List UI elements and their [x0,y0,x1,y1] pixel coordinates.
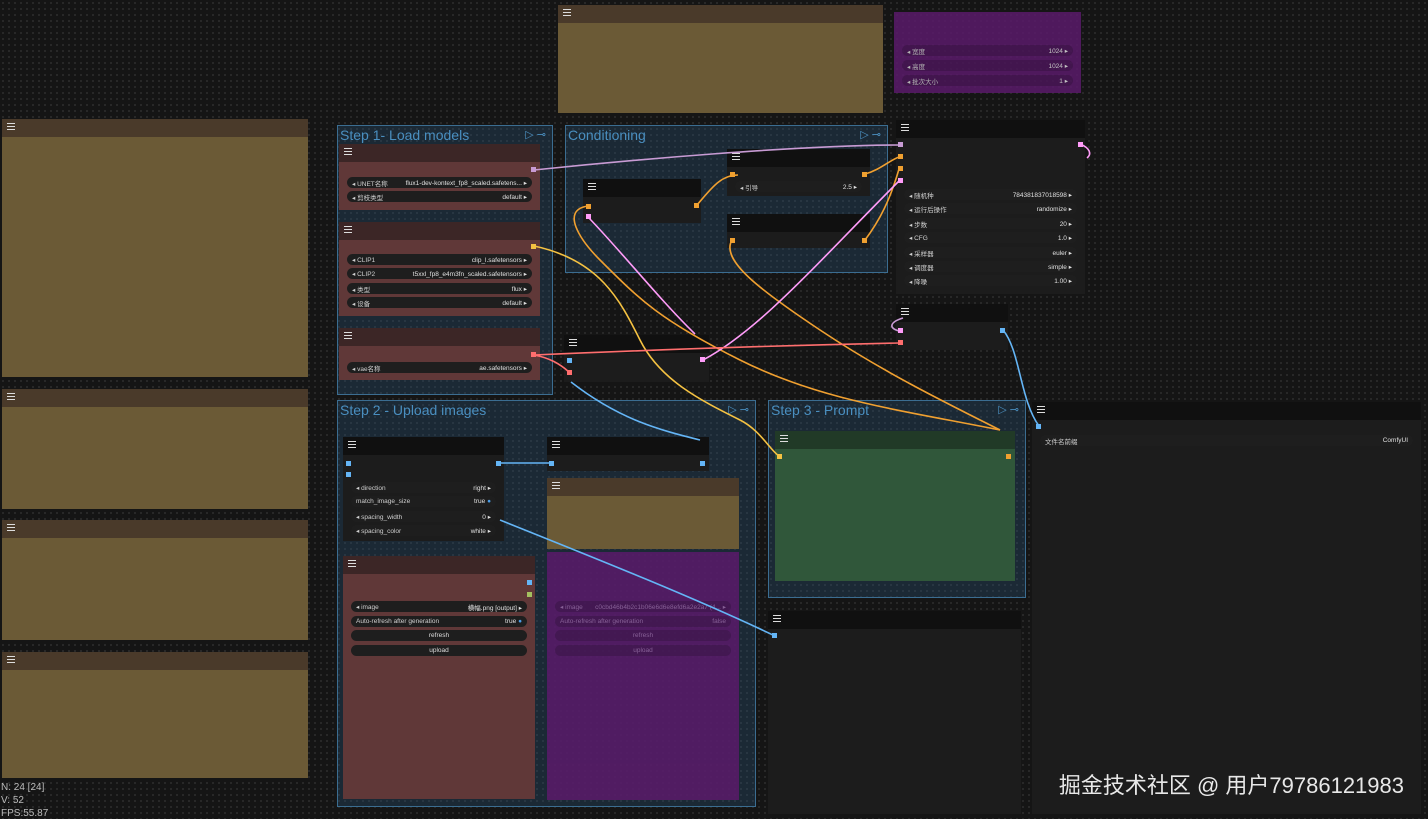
stat-nodes: N: 24 [24] [1,782,45,793]
port [527,592,532,597]
latent-link-2 [702,180,900,361]
conditioning-link-5 [864,168,900,241]
vae-link [533,354,570,373]
port [898,166,903,171]
vae-link-2 [533,342,900,356]
port [346,472,351,477]
port [346,461,351,466]
port [586,204,591,209]
port [862,172,867,177]
port [898,178,903,183]
port [549,461,554,466]
port [700,357,705,362]
port [772,633,777,638]
port [898,340,903,345]
port [567,358,572,363]
port [898,154,903,159]
port [730,172,735,177]
image-link-3 [1002,329,1040,427]
conditioning-link-2 [696,174,739,206]
conditioning-link-4 [729,239,1001,431]
port [730,238,735,243]
port-layer [346,142,1083,638]
clip-link [533,245,780,457]
port [777,454,782,459]
port [1078,142,1083,147]
port [567,370,572,375]
watermark: 掘金技术社区 @ 用户7978612198​3 [1058,773,1404,798]
port [862,238,867,243]
port [531,167,536,172]
port [700,461,705,466]
port [496,461,501,466]
model-link [533,144,900,171]
port [527,580,532,585]
port [898,328,903,333]
image-link-4 [499,519,776,637]
port [1000,328,1005,333]
link-layer [346,142,1091,638]
port [586,214,591,219]
port [694,203,699,208]
stat-fps: FPS:55.87 [1,808,49,819]
conditioning-link-3 [864,156,900,175]
stat-vertices: V: 52 [1,795,24,806]
port [898,142,903,147]
port [531,352,536,357]
conditioning-link [573,205,1001,431]
port [531,244,536,249]
port [1036,424,1041,429]
latent-link [587,216,696,335]
port [1006,454,1011,459]
image-link-2 [570,381,701,441]
